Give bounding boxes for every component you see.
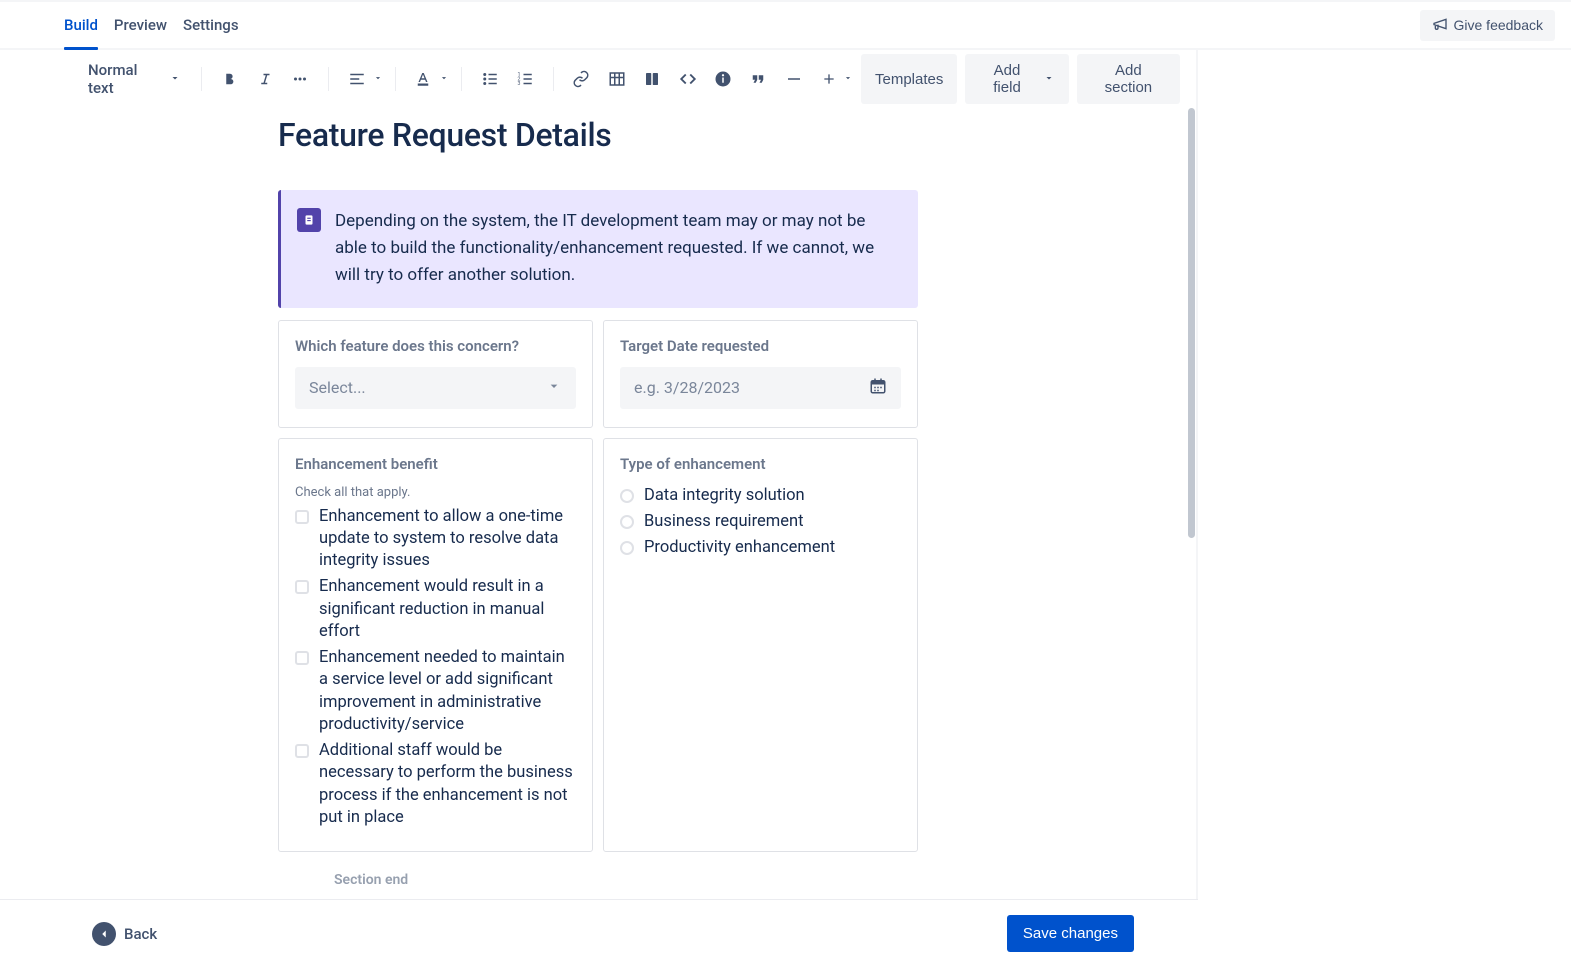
chevron-down-icon	[843, 71, 853, 87]
benefit-option-label: Additional staff would be necessary to p…	[319, 740, 576, 829]
table-button[interactable]	[601, 63, 632, 95]
radio-icon[interactable]	[620, 515, 634, 529]
arrow-left-circle-icon	[92, 922, 116, 946]
give-feedback-label: Give feedback	[1454, 17, 1544, 33]
benefit-option-1-row[interactable]: Enhancement would result in a significan…	[295, 576, 576, 643]
add-field-button[interactable]: Add field	[965, 54, 1068, 104]
checkbox-icon[interactable]	[295, 744, 309, 758]
main-tabs: Build Preview Settings	[64, 2, 239, 48]
italic-button[interactable]	[249, 63, 280, 95]
benefit-field-card[interactable]: Enhancement benefit Check all that apply…	[278, 438, 593, 853]
info-panel[interactable]: Depending on the system, the IT developm…	[278, 190, 918, 308]
bullet-list-button[interactable]	[474, 63, 505, 95]
benefit-option-label: Enhancement would result in a significan…	[319, 576, 576, 643]
text-color-button[interactable]	[408, 63, 439, 95]
type-option-label: Business requirement	[644, 511, 803, 533]
benefit-option-label: Enhancement needed to maintain a service…	[319, 647, 576, 736]
benefit-option-label: Enhancement to allow a one-time update t…	[319, 506, 576, 573]
scroll-thumb[interactable]	[1188, 108, 1195, 538]
type-field-card[interactable]: Type of enhancement Data integrity solut…	[603, 438, 918, 853]
give-feedback-button[interactable]: Give feedback	[1420, 10, 1556, 41]
checkbox-icon[interactable]	[295, 580, 309, 594]
radio-icon[interactable]	[620, 489, 634, 503]
checkbox-icon[interactable]	[295, 651, 309, 665]
quote-button[interactable]	[743, 63, 774, 95]
benefit-option-0-row[interactable]: Enhancement to allow a one-time update t…	[295, 506, 576, 573]
footer-bar: Back Save changes	[0, 899, 1198, 967]
chevron-down-icon	[169, 70, 181, 88]
feature-select-placeholder: Select...	[309, 378, 366, 397]
checkbox-icon[interactable]	[295, 510, 309, 524]
megaphone-icon	[1432, 16, 1448, 35]
chevron-down-icon	[546, 378, 562, 398]
feature-field-label: Which feature does this concern?	[295, 337, 576, 355]
editor-toolbar: Normal text	[0, 50, 1196, 108]
more-formatting-button[interactable]	[285, 63, 316, 95]
chevron-down-icon	[373, 71, 383, 87]
radio-icon[interactable]	[620, 541, 634, 555]
type-option-label: Productivity enhancement	[644, 537, 835, 559]
tab-preview[interactable]: Preview	[114, 2, 167, 48]
type-option-label: Data integrity solution	[644, 485, 805, 507]
benefit-option-2-row[interactable]: Enhancement needed to maintain a service…	[295, 647, 576, 736]
text-style-label: Normal text	[88, 61, 165, 97]
chevron-down-icon	[439, 71, 449, 87]
type-option-0-row[interactable]: Data integrity solution	[620, 485, 901, 507]
chevron-down-icon	[1043, 71, 1055, 88]
code-button[interactable]	[672, 63, 703, 95]
divider-button[interactable]	[778, 63, 809, 95]
calendar-icon	[869, 377, 887, 399]
align-button[interactable]	[341, 63, 372, 95]
layout-button[interactable]	[637, 63, 668, 95]
feature-field-card[interactable]: Which feature does this concern? Select.…	[278, 320, 593, 428]
feature-select[interactable]: Select...	[295, 367, 576, 409]
type-option-2-row[interactable]: Productivity enhancement	[620, 537, 901, 559]
note-icon	[297, 208, 321, 232]
type-field-label: Type of enhancement	[620, 455, 901, 473]
numbered-list-button[interactable]: 123	[509, 63, 540, 95]
target-date-card[interactable]: Target Date requested e.g. 3/28/2023	[603, 320, 918, 428]
add-field-label: Add field	[979, 62, 1034, 96]
benefit-option-3-row[interactable]: Additional staff would be necessary to p…	[295, 740, 576, 829]
right-sidebar	[1198, 50, 1571, 967]
benefit-field-hint: Check all that apply.	[295, 485, 576, 500]
bold-button[interactable]	[214, 63, 245, 95]
page-title[interactable]: Feature Request Details	[278, 116, 918, 154]
tab-build[interactable]: Build	[64, 2, 98, 48]
insert-button[interactable]	[814, 63, 845, 95]
add-section-button[interactable]: Add section	[1077, 54, 1180, 104]
back-button[interactable]: Back	[92, 922, 157, 946]
info-panel-text: Depending on the system, the IT developm…	[335, 208, 898, 290]
type-option-1-row[interactable]: Business requirement	[620, 511, 901, 533]
tab-settings[interactable]: Settings	[183, 2, 239, 48]
save-changes-button[interactable]: Save changes	[1007, 915, 1134, 952]
target-date-input[interactable]: e.g. 3/28/2023	[620, 367, 901, 409]
link-button[interactable]	[566, 63, 597, 95]
section-end-marker[interactable]: Section end	[278, 862, 918, 892]
svg-text:3: 3	[518, 81, 521, 87]
info-panel-button[interactable]	[707, 63, 738, 95]
scrollbar[interactable]	[1188, 108, 1196, 868]
back-label: Back	[124, 925, 157, 943]
templates-button[interactable]: Templates	[861, 54, 957, 104]
target-date-label: Target Date requested	[620, 337, 901, 355]
benefit-field-label: Enhancement benefit	[295, 455, 576, 473]
target-date-placeholder: e.g. 3/28/2023	[634, 378, 740, 397]
text-style-select[interactable]: Normal text	[80, 55, 189, 103]
